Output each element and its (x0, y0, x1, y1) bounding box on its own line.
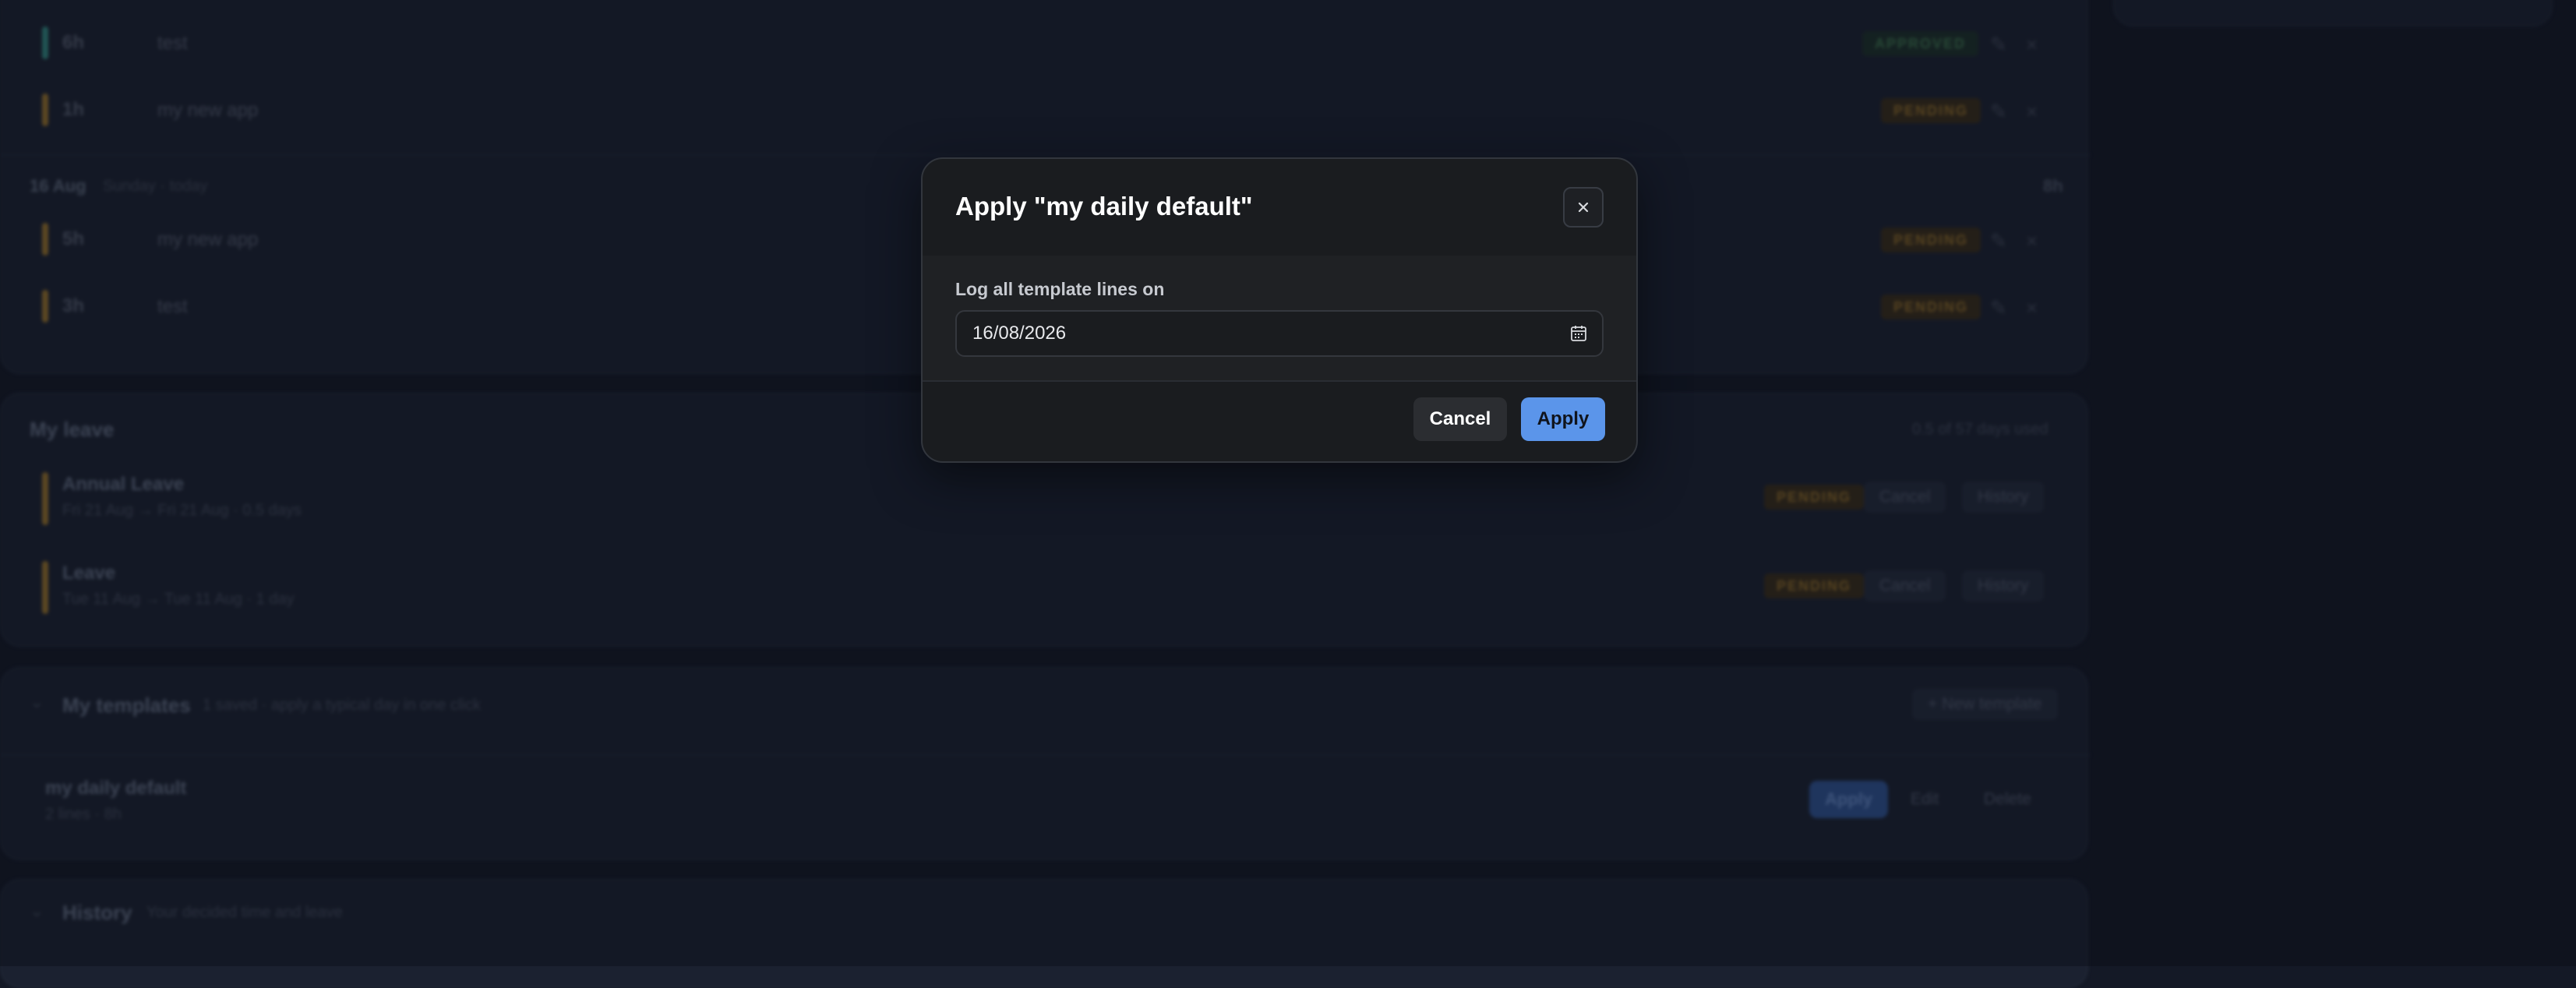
apply-button[interactable]: Apply (1521, 397, 1605, 441)
dialog-title: Apply "my daily default" (955, 192, 1253, 221)
calendar-icon[interactable] (1569, 324, 1588, 343)
dialog-body: Log all template lines on (923, 256, 1636, 382)
date-input[interactable] (955, 310, 1604, 357)
modal-backdrop[interactable] (0, 0, 2576, 966)
apply-template-dialog: Apply "my daily default" Log all templat… (921, 157, 1638, 463)
close-icon (1578, 202, 1589, 213)
date-field-label: Log all template lines on (955, 279, 1165, 299)
dialog-header: Apply "my daily default" (923, 159, 1636, 257)
cancel-button[interactable]: Cancel (1413, 397, 1507, 441)
close-button[interactable] (1563, 187, 1604, 228)
